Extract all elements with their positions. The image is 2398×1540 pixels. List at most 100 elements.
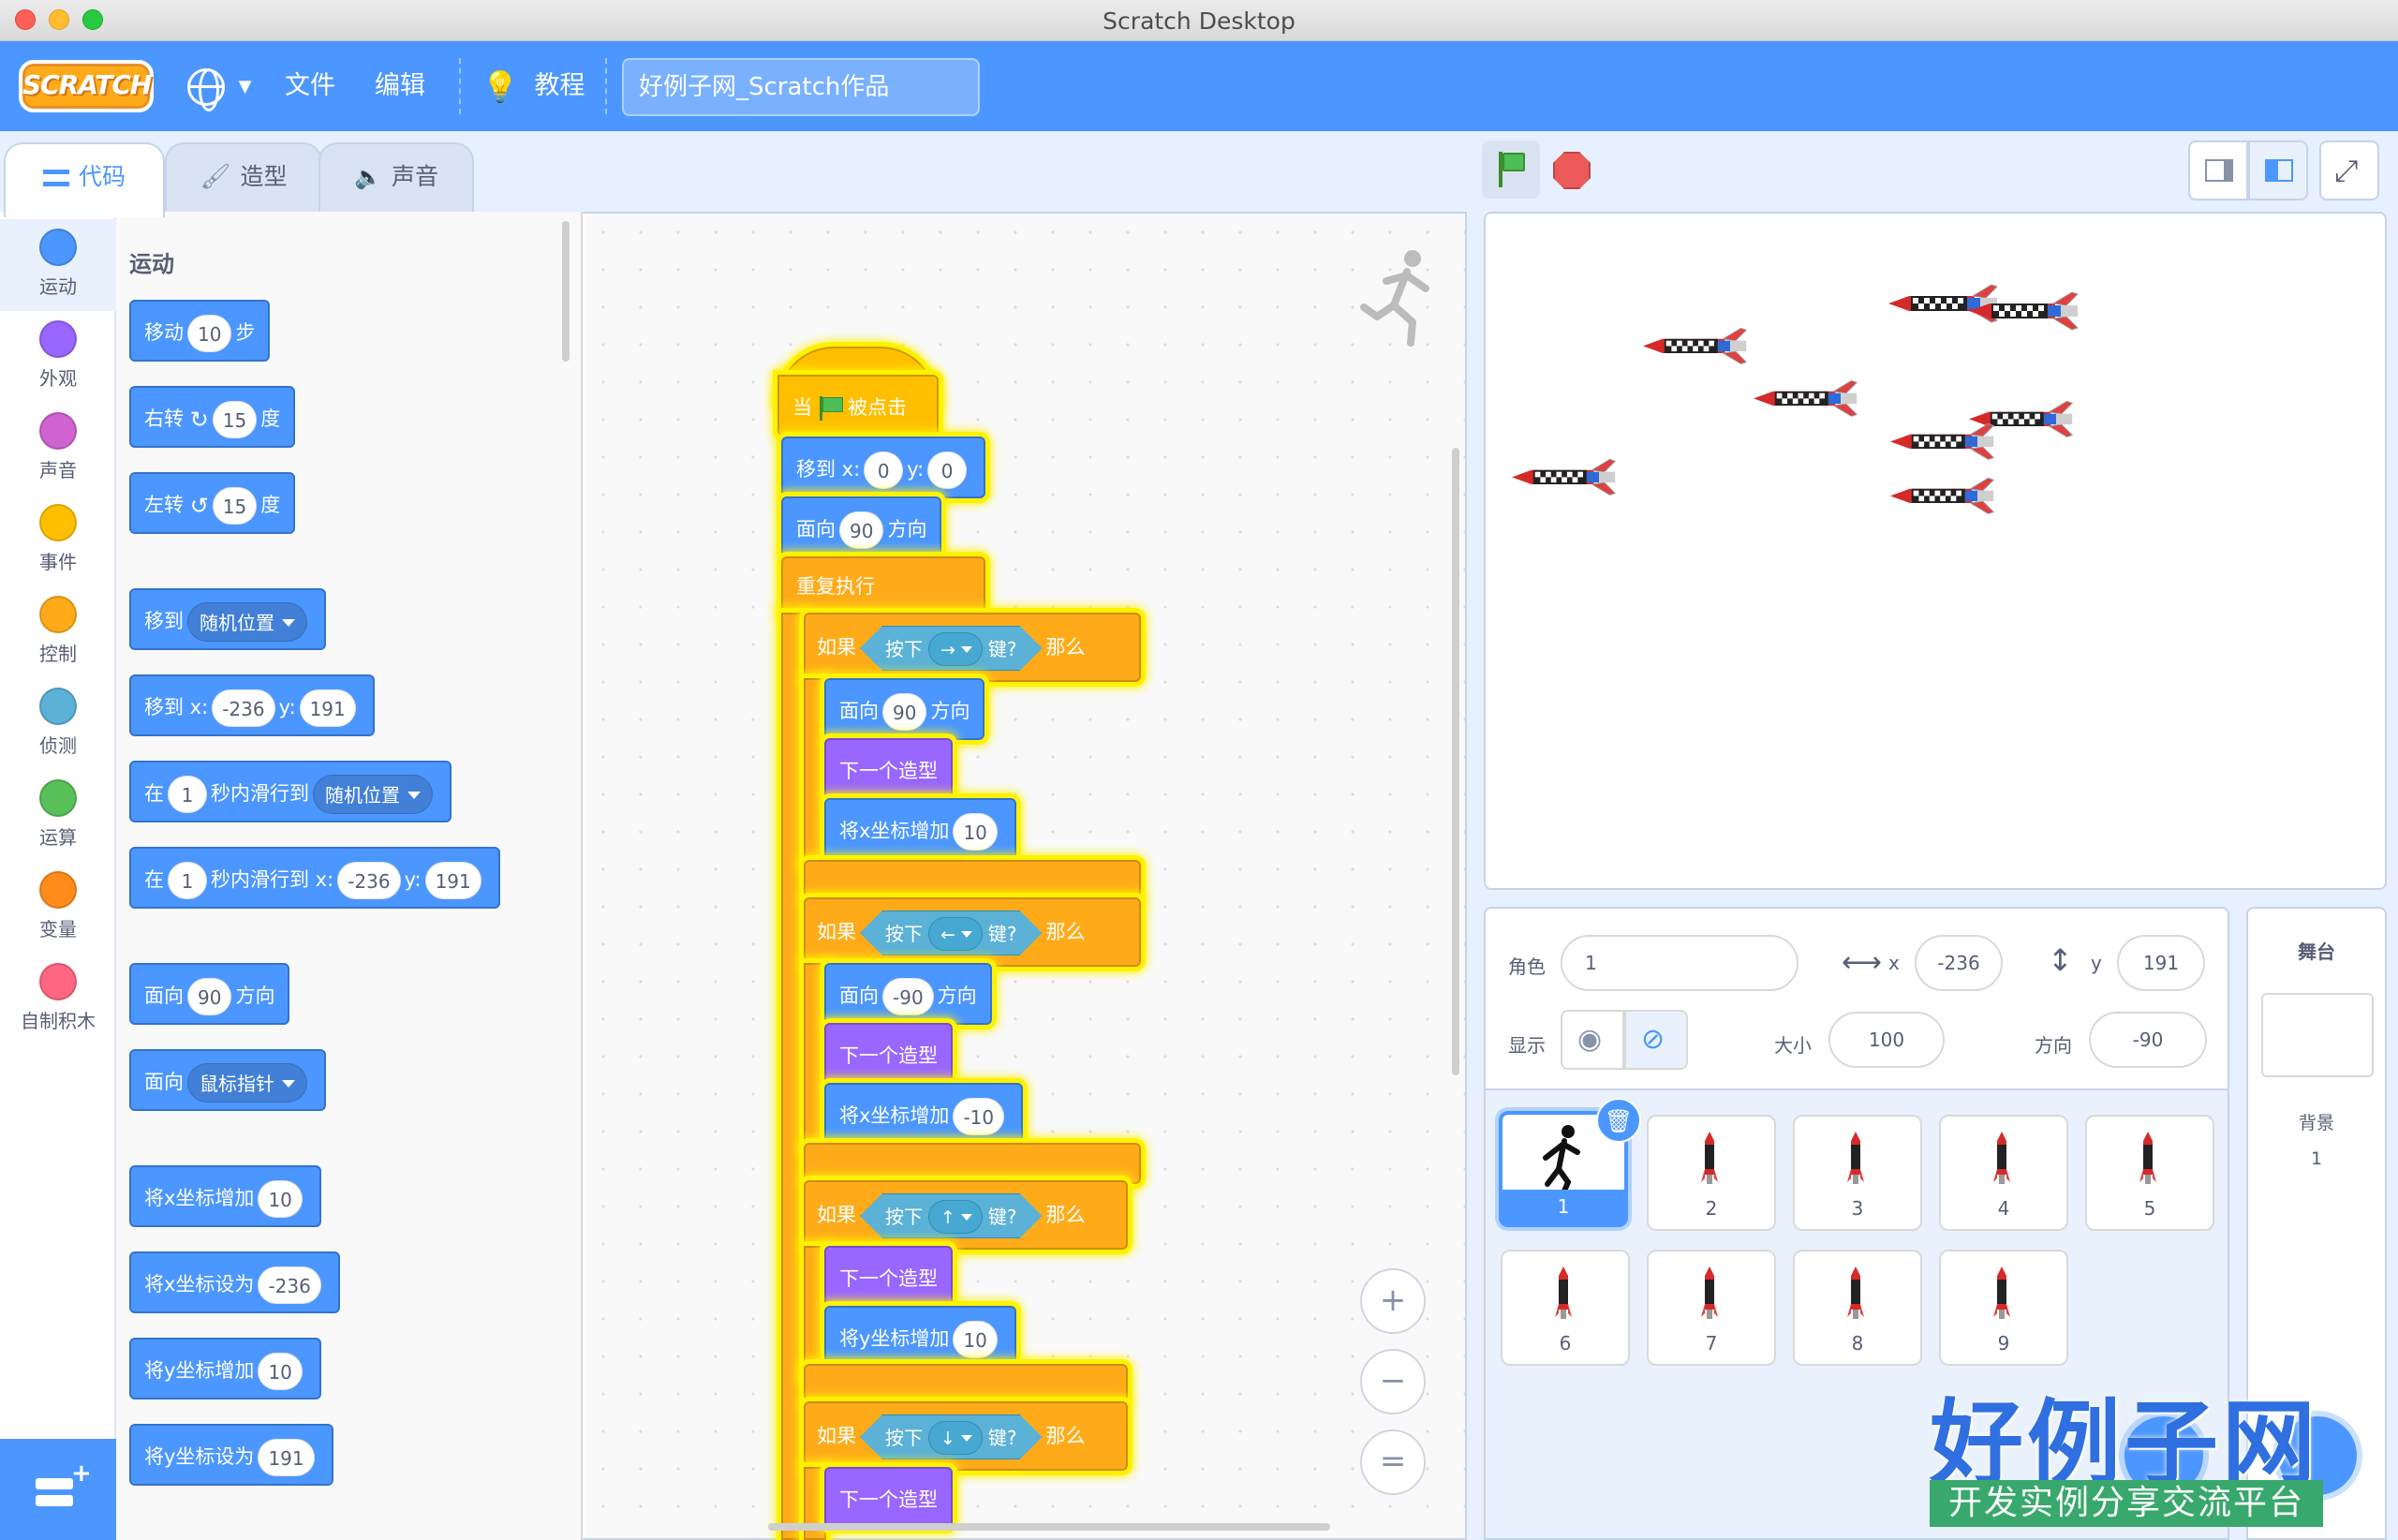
block-point-towards[interactable]: 面向 鼠标指针 xyxy=(129,1049,326,1111)
rocket-sprite[interactable] xyxy=(1511,458,1616,496)
block-turn-left[interactable]: 左转 ↺ 15 度 xyxy=(129,472,296,534)
category-operators[interactable]: 运算 xyxy=(0,770,116,862)
hide-sprite-toggle[interactable]: ⊘ xyxy=(1624,1010,1688,1070)
scratch-logo[interactable]: SCRATCH xyxy=(19,60,154,112)
zoom-in-button[interactable]: + xyxy=(1360,1268,1426,1334)
block-input[interactable]: -236 xyxy=(337,862,401,899)
key-pressed-sensing[interactable]: 按下 ↓ 键? xyxy=(860,1414,1043,1459)
category-variables[interactable]: 变量 xyxy=(0,862,116,954)
stop-button[interactable] xyxy=(1553,152,1591,189)
sprite-tile[interactable]: 4 xyxy=(1939,1115,2068,1231)
block-input[interactable]: 191 xyxy=(258,1439,315,1476)
block-glide-xy[interactable]: 在 1 秒内滑行到 x: -236 y: 191 xyxy=(129,847,500,909)
key-pressed-sensing[interactable]: 按下 ↑ 键? xyxy=(860,1193,1043,1238)
key-pressed-sensing[interactable]: 按下 → 键? xyxy=(860,626,1043,671)
category-motion[interactable]: 运动 xyxy=(0,219,116,311)
category-events[interactable]: 事件 xyxy=(0,495,116,586)
zoom-out-button[interactable]: − xyxy=(1360,1349,1426,1414)
key-dropdown[interactable]: → xyxy=(928,632,983,666)
tab-sounds[interactable]: 🔈 声音 xyxy=(318,142,474,212)
block-dropdown[interactable]: 随机位置 xyxy=(313,775,433,814)
block-input[interactable]: 10 xyxy=(258,1353,303,1390)
block-input[interactable]: 10 xyxy=(953,813,998,851)
block-input[interactable]: 0 xyxy=(927,452,968,489)
block-goto[interactable]: 移到 随机位置 xyxy=(129,588,326,650)
script-vertical-scrollbar[interactable] xyxy=(1452,448,1459,1075)
key-dropdown[interactable]: ↑ xyxy=(928,1200,983,1234)
y-position-input[interactable]: 191 xyxy=(2117,935,2205,991)
delete-sprite-button[interactable]: 🗑 xyxy=(1596,1098,1641,1143)
project-title-input[interactable]: 好例子网_Scratch作品 xyxy=(622,58,980,116)
block-input[interactable]: 191 xyxy=(299,689,356,727)
script-goto-xy[interactable]: 移到 x: 0 y: 0 xyxy=(781,437,986,498)
file-menu[interactable]: 文件 xyxy=(285,41,335,131)
category-sound[interactable]: 声音 xyxy=(0,403,116,495)
forever-block[interactable]: 重复执行 xyxy=(781,556,985,616)
tutorials-menu[interactable]: 💡 教程 xyxy=(481,41,585,131)
block-input[interactable]: 10 xyxy=(258,1180,303,1218)
script-horizontal-scrollbar[interactable] xyxy=(768,1523,1330,1531)
block-point-direction[interactable]: 面向 90 方向 xyxy=(129,963,290,1025)
block-input[interactable]: 10 xyxy=(187,315,232,352)
direction-input[interactable]: -90 xyxy=(2089,1012,2207,1068)
block-input[interactable]: 90 xyxy=(187,978,232,1015)
block-input[interactable]: -90 xyxy=(882,978,934,1015)
block-glide[interactable]: 在 1 秒内滑行到 随机位置 xyxy=(129,761,451,822)
script-change-x[interactable]: 将x坐标增加 10 xyxy=(824,798,1016,860)
key-dropdown[interactable]: ← xyxy=(928,917,983,951)
block-dropdown[interactable]: 随机位置 xyxy=(187,602,307,642)
script-point-direction[interactable]: 面向 90 方向 xyxy=(781,496,942,558)
add-extension-button[interactable]: + xyxy=(0,1439,116,1540)
fullscreen-button[interactable]: ⤢ xyxy=(2319,141,2379,200)
script-next-costume[interactable]: 下一个造型 xyxy=(824,1023,953,1085)
when-flag-clicked-block[interactable]: 当 被点击 xyxy=(777,375,939,437)
block-input[interactable]: -10 xyxy=(953,1098,1005,1135)
block-input[interactable]: 90 xyxy=(839,511,884,549)
block-input[interactable]: 1 xyxy=(168,862,207,899)
x-position-input[interactable]: -236 xyxy=(1915,935,2003,991)
sprite-name-input[interactable]: 1 xyxy=(1561,935,1798,991)
sprite-tile[interactable]: 5 xyxy=(2085,1115,2214,1231)
small-stage-button[interactable] xyxy=(2188,141,2248,200)
script-next-costume[interactable]: 下一个造型 xyxy=(824,1246,953,1308)
script-next-costume[interactable]: 下一个造型 xyxy=(824,1467,953,1529)
key-dropdown[interactable]: ↓ xyxy=(928,1421,983,1455)
large-stage-button[interactable] xyxy=(2248,141,2308,200)
script-change-y[interactable]: 将y坐标增加 10 xyxy=(824,1306,1016,1368)
sprite-tile[interactable]: 9 xyxy=(1939,1250,2068,1366)
sprite-tile[interactable]: 2 xyxy=(1647,1115,1776,1231)
block-goto-xy[interactable]: 移到 x: -236 y: 191 xyxy=(129,674,375,736)
block-input[interactable]: 1 xyxy=(168,776,207,813)
block-input[interactable]: 191 xyxy=(424,862,481,899)
sprite-tile[interactable]: 3 xyxy=(1793,1115,1922,1231)
block-input[interactable]: -236 xyxy=(258,1266,321,1304)
rocket-sprite[interactable] xyxy=(1642,327,1747,364)
show-sprite-toggle[interactable]: ◉ xyxy=(1561,1010,1624,1070)
zoom-reset-button[interactable]: = xyxy=(1360,1429,1426,1495)
category-sensing[interactable]: 侦测 xyxy=(0,678,116,770)
block-dropdown[interactable]: 鼠标指针 xyxy=(187,1063,307,1103)
block-input[interactable]: -236 xyxy=(212,689,275,727)
stage-thumbnail[interactable] xyxy=(2261,993,2374,1077)
block-input[interactable]: 0 xyxy=(864,452,904,489)
edit-menu[interactable]: 编辑 xyxy=(375,41,425,131)
block-input[interactable]: 15 xyxy=(212,401,258,438)
sprite-tile[interactable]: 8 xyxy=(1793,1250,1922,1366)
category-control[interactable]: 控制 xyxy=(0,586,116,678)
block-change-x[interactable]: 将x坐标增加 10 xyxy=(129,1165,321,1227)
block-move-steps[interactable]: 移动 10 步 xyxy=(129,300,271,362)
size-input[interactable]: 100 xyxy=(1828,1012,1945,1068)
green-flag-button[interactable] xyxy=(1482,141,1540,199)
block-input[interactable]: 10 xyxy=(953,1321,998,1358)
block-set-y[interactable]: 将y坐标设为 191 xyxy=(129,1424,333,1486)
tab-code[interactable]: 代码 xyxy=(4,142,165,217)
rocket-sprite[interactable] xyxy=(1887,284,1998,323)
rocket-sprite[interactable] xyxy=(1753,379,1858,417)
sprite-tile[interactable]: 6 xyxy=(1501,1250,1630,1366)
script-next-costume[interactable]: 下一个造型 xyxy=(824,738,953,800)
block-set-x[interactable]: 将x坐标设为 -236 xyxy=(129,1251,340,1313)
category-looks[interactable]: 外观 xyxy=(0,311,116,403)
block-input[interactable]: 15 xyxy=(212,487,258,525)
key-pressed-sensing[interactable]: 按下 ← 键? xyxy=(860,911,1043,955)
script-point-90[interactable]: 面向 90 方向 xyxy=(824,678,985,740)
